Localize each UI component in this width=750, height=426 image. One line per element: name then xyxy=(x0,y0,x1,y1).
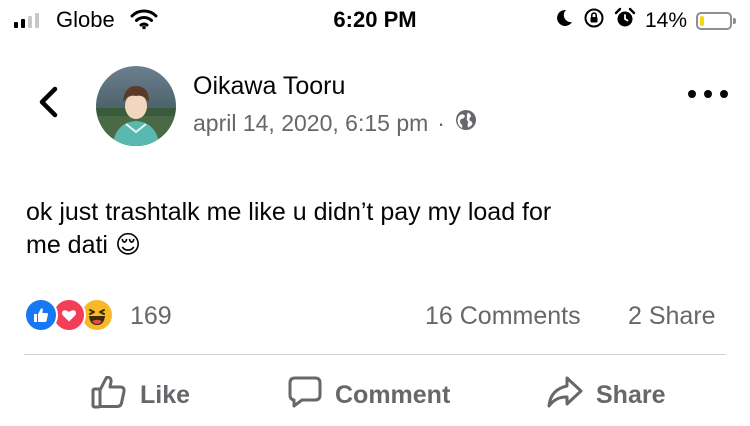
post-meta: april 14, 2020, 6:15 pm · xyxy=(193,108,478,138)
status-right-group: 14% xyxy=(554,7,736,34)
more-dot xyxy=(704,90,712,98)
more-dot xyxy=(720,90,728,98)
battery-cap xyxy=(733,17,736,24)
post-timestamp[interactable]: april 14, 2020, 6:15 pm xyxy=(193,110,428,137)
shares-count-link[interactable]: 2 Share xyxy=(628,302,716,331)
author-name[interactable]: Oikawa Tooru xyxy=(193,72,345,101)
thumbs-up-icon xyxy=(90,373,128,418)
share-button[interactable]: Share xyxy=(546,372,665,418)
relieved-face-emoji: 😌 xyxy=(114,231,141,259)
chevron-left-icon xyxy=(39,86,58,118)
divider xyxy=(24,354,726,355)
more-options-button[interactable] xyxy=(688,84,728,104)
post-text-line-2-text: me dati xyxy=(26,231,108,259)
share-label: Share xyxy=(596,380,666,409)
post-text-line-1: ok just trashtalk me like u didn’t pay m… xyxy=(26,198,552,226)
battery-level-fill xyxy=(700,15,704,26)
comments-count-link[interactable]: 16 Comments xyxy=(425,302,581,331)
orientation-lock-icon xyxy=(583,7,605,34)
meta-separator: · xyxy=(437,109,445,136)
like-label: Like xyxy=(140,380,191,409)
share-arrow-icon xyxy=(546,374,584,417)
status-bar: Globe 6:20 PM 14% xyxy=(0,0,750,40)
moon-icon xyxy=(554,8,574,33)
reaction-count[interactable]: 169 xyxy=(130,302,172,331)
battery-icon xyxy=(696,11,736,30)
globe-icon xyxy=(454,108,478,138)
post-text-line-2: me dati 😌 xyxy=(26,229,726,262)
like-button[interactable]: Like xyxy=(90,372,190,418)
comment-bubble-icon xyxy=(287,374,323,417)
back-button[interactable] xyxy=(30,84,66,120)
comment-button[interactable]: Comment xyxy=(287,372,450,418)
reaction-icons[interactable] xyxy=(24,298,124,334)
like-reaction-icon xyxy=(24,298,58,332)
comment-label: Comment xyxy=(335,380,451,409)
more-dot xyxy=(688,90,696,98)
battery-percent: 14% xyxy=(644,8,687,32)
post-text: ok just trashtalk me like u didn’t pay m… xyxy=(26,196,726,262)
avatar[interactable] xyxy=(96,66,176,146)
alarm-icon xyxy=(614,7,636,34)
